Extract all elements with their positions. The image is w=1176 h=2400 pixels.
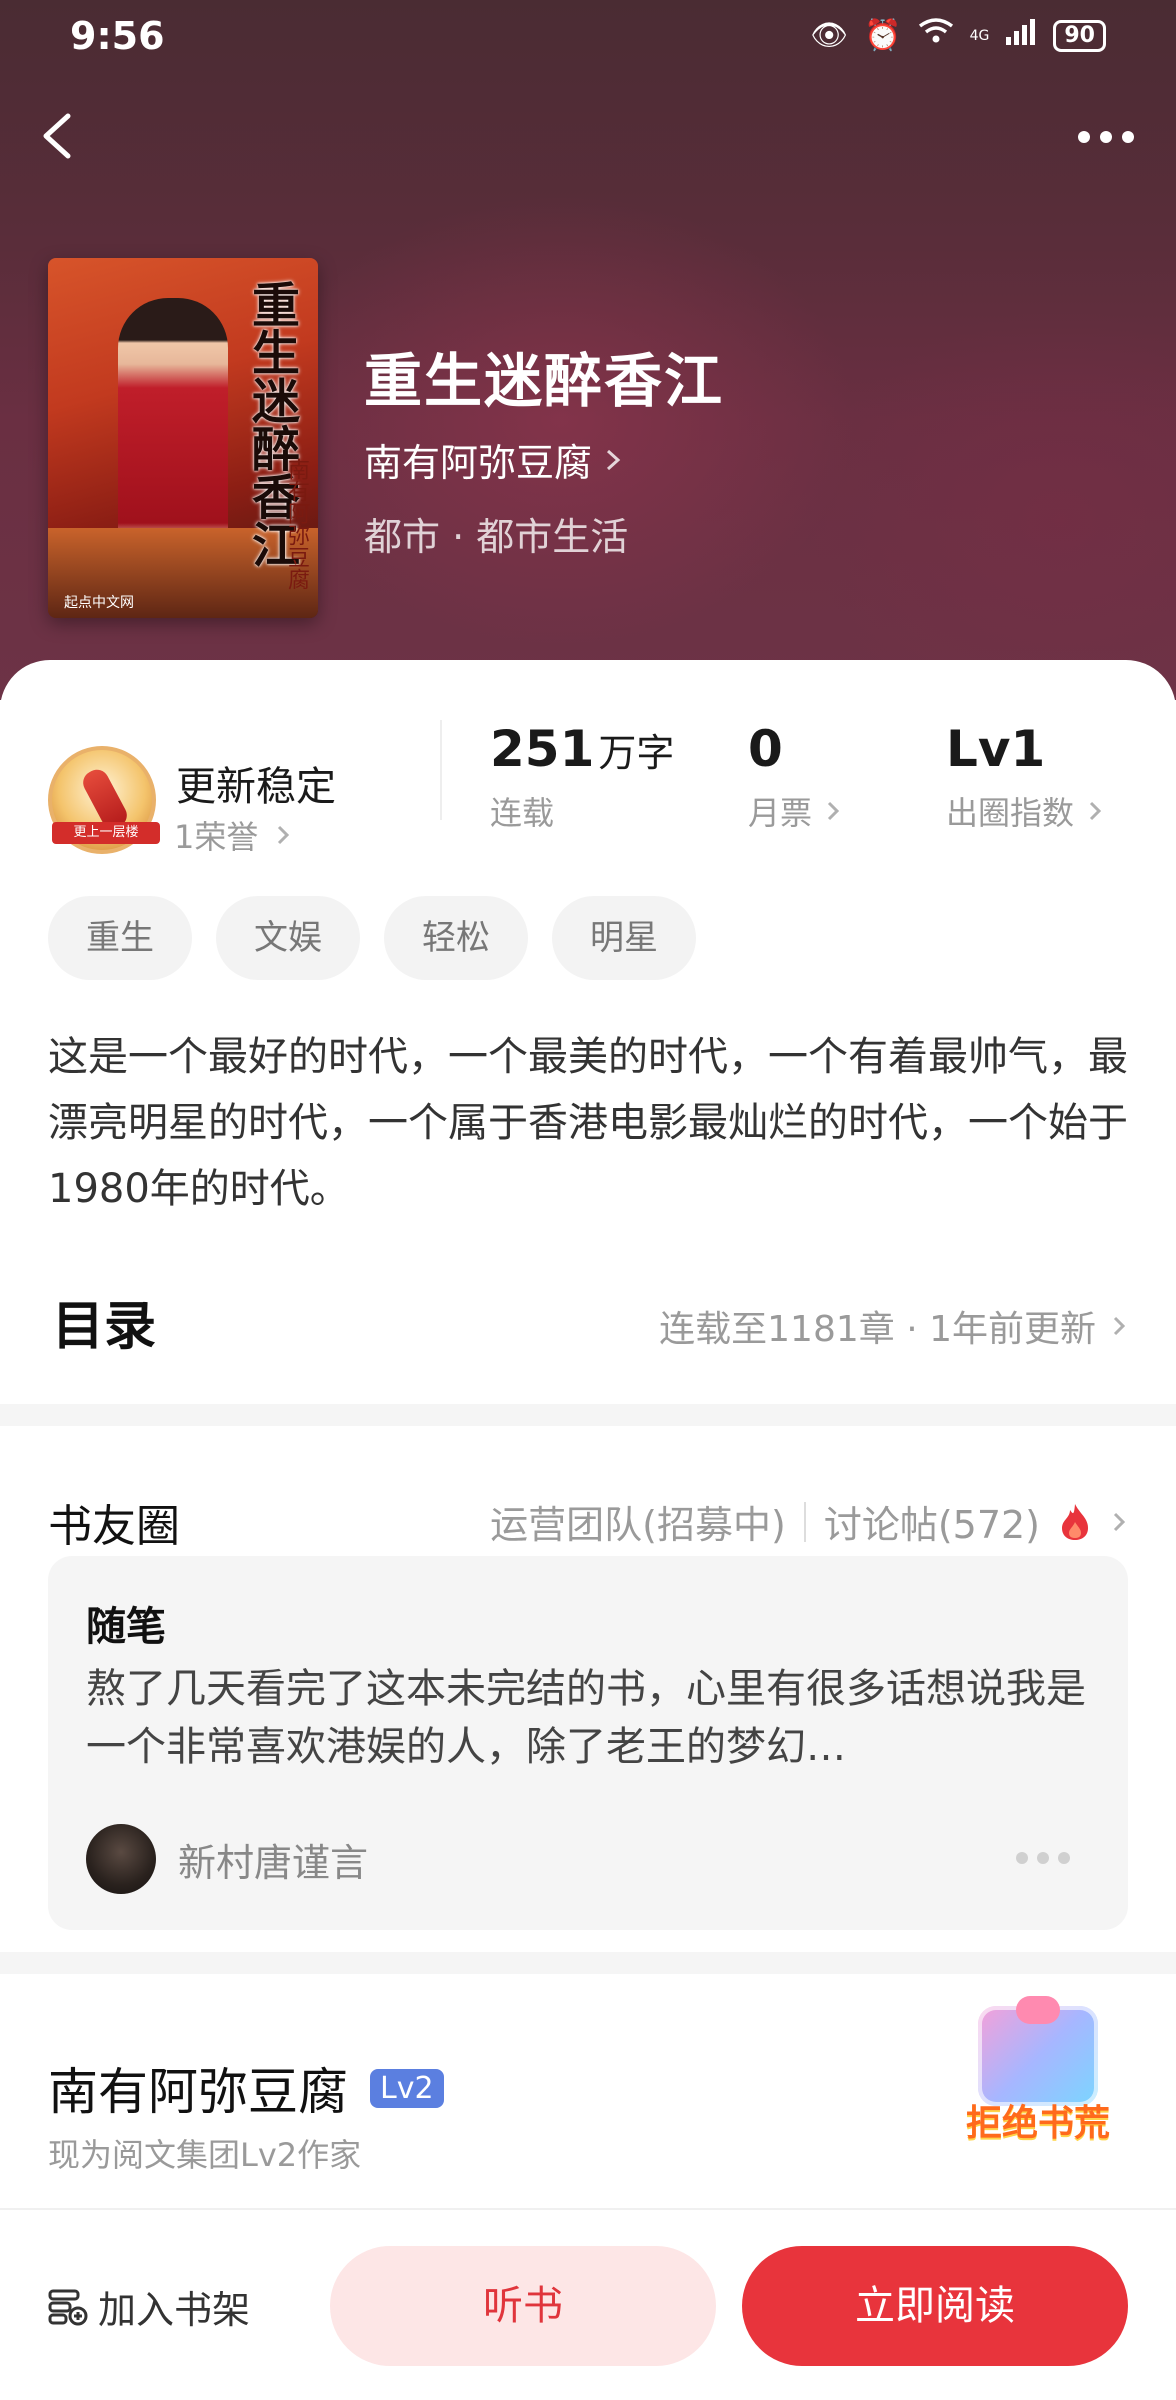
chevron-right-icon [827, 801, 840, 821]
dot [1016, 1852, 1028, 1864]
book-header: 9:56 👁 ⏰ 4G 90 重生迷醉香江 南有阿弥豆腐 起点中文网 重生迷醉香… [0, 0, 1176, 700]
stats-divider [440, 720, 442, 820]
author-description: 现为阅文集团Lv2作家 [48, 2136, 362, 2174]
honor-section[interactable]: 更上一层楼 更新稳定 1荣誉 [48, 746, 448, 856]
post-author[interactable]: 新村唐谨言 [86, 1824, 368, 1894]
dot [1078, 131, 1090, 143]
chevron-right-icon [278, 825, 290, 845]
add-to-shelf-button[interactable]: 加入书架 [48, 2246, 250, 2366]
battery-icon: 90 [1053, 19, 1106, 52]
chevron-left-icon [43, 113, 71, 159]
add-shelf-label: 加入书架 [98, 2287, 251, 2332]
promo-gift-banner[interactable]: 拒绝书荒 [948, 1996, 1128, 2156]
chevron-right-icon [1089, 801, 1102, 821]
honor-count: 1荣誉 [174, 818, 259, 856]
book-author-name: 南有阿弥豆腐 [364, 441, 593, 485]
dot [1037, 1852, 1049, 1864]
book-author-link[interactable]: 南有阿弥豆腐 [364, 432, 624, 487]
post-username: 新村唐谨言 [178, 1840, 369, 1885]
read-now-button[interactable]: 立即阅读 [742, 2246, 1128, 2366]
dot [1122, 131, 1134, 143]
cover-author: 南有阿弥豆腐 [284, 458, 309, 590]
tag-list: 重生 文娱 轻松 明星 [48, 896, 696, 980]
word-count-unit: 万字 [598, 731, 675, 775]
book-circle-post[interactable]: 随笔 熬了几天看完了这本未完结的书，心里有很多话想说我是一个非常喜欢港娱的人，除… [48, 1556, 1128, 1930]
stat-monthly-tickets[interactable]: 0 月票 [748, 720, 842, 834]
tag-chip[interactable]: 明星 [552, 896, 696, 980]
add-shelf-icon [48, 2289, 88, 2326]
breakout-index-value: Lv1 [946, 720, 1046, 778]
stat-value: Lv1 [946, 720, 1104, 778]
book-circle-title: 书友圈 [48, 1501, 180, 1552]
chevron-right-icon [607, 449, 621, 470]
author-profile[interactable]: 南有阿弥豆腐 Lv2 [48, 2052, 444, 2124]
discussions-link[interactable]: 讨论帖(572) [824, 1494, 1040, 1549]
breakout-index-label: 出圈指数 [946, 794, 1075, 832]
book-title: 重生迷醉香江 [364, 347, 725, 415]
status-icons: 👁 ⏰ 4G 90 [810, 16, 1106, 55]
book-circle-header: 书友圈 运营团队(招募中) 讨论帖(572) [48, 1484, 1128, 1554]
book-genre[interactable]: 都市 · 都市生活 [364, 506, 628, 561]
dot [1100, 131, 1112, 143]
dot [1058, 1852, 1070, 1864]
chevron-right-icon [1113, 1316, 1126, 1336]
table-of-contents-row[interactable]: 目录 连载至1181章 · 1年前更新 [48, 1276, 1128, 1366]
pagination-dots [1016, 1852, 1070, 1864]
toc-info: 连载至1181章 · 1年前更新 [659, 1300, 1128, 1352]
word-count-value: 251 [490, 720, 595, 778]
status-time: 9:56 [70, 14, 165, 58]
alarm-icon: ⏰ [864, 17, 902, 53]
divider [803, 1501, 806, 1542]
book-detail-panel: 更上一层楼 更新稳定 1荣誉 251 万字 连载 0 月票 Lv1 出圈指数 重生… [0, 660, 1176, 2400]
stat-value: 0 [748, 720, 842, 778]
status-bar: 9:56 👁 ⏰ 4G 90 [0, 0, 1176, 70]
book-cover[interactable]: 重生迷醉香江 南有阿弥豆腐 起点中文网 [48, 258, 318, 618]
tag-chip[interactable]: 文娱 [216, 896, 360, 980]
section-separator [0, 1952, 1176, 1974]
ops-team-link[interactable]: 运营团队(招募中) [490, 1494, 786, 1549]
more-options-button[interactable] [1066, 112, 1146, 162]
status-label: 连载 [490, 794, 555, 832]
eye-icon: 👁 [810, 17, 849, 53]
tag-chip[interactable]: 重生 [48, 896, 192, 980]
gift-bow [1016, 1996, 1060, 2024]
bottom-action-bar: 加入书架 听书 立即阅读 [0, 2208, 1176, 2400]
cover-publisher: 起点中文网 [64, 595, 134, 611]
honor-subtitle: 1荣誉 [174, 812, 292, 858]
wifi-icon [918, 16, 954, 55]
author-name: 南有阿弥豆腐 [48, 2063, 348, 2121]
network-label: 4G [969, 27, 990, 44]
signal-icon [1005, 17, 1037, 54]
post-content: 熬了几天看完了这本未完结的书，心里有很多话想说我是一个非常喜欢港娱的人，除了老王… [86, 1666, 1086, 1770]
promo-label: 拒绝书荒 [965, 2103, 1110, 2144]
post-category: 随笔 [86, 1604, 166, 1650]
stat-word-count: 251 万字 连载 [490, 720, 674, 834]
listen-button[interactable]: 听书 [330, 2246, 716, 2366]
honor-badge-icon: 更上一层楼 [48, 746, 160, 854]
book-circle-links: 运营团队(招募中) 讨论帖(572) [490, 1494, 1128, 1549]
author-level-badge: Lv2 [370, 2068, 444, 2108]
fire-icon [1062, 1503, 1088, 1540]
monthly-tickets-value: 0 [748, 720, 783, 778]
toc-title: 目录 [52, 1297, 157, 1357]
stat-label: 出圈指数 [946, 788, 1104, 834]
stat-value: 251 万字 [490, 720, 674, 778]
avatar [86, 1824, 156, 1894]
tag-chip[interactable]: 轻松 [384, 896, 528, 980]
stat-breakout-index[interactable]: Lv1 出圈指数 [946, 720, 1104, 834]
stat-label: 连载 [490, 788, 674, 834]
chevron-right-icon [1113, 1512, 1126, 1531]
stat-label: 月票 [748, 788, 842, 834]
book-synopsis[interactable]: 这是一个最好的时代，一个最美的时代，一个有着最帅气，最漂亮明星的时代，一个属于香… [48, 1024, 1128, 1222]
back-button[interactable] [30, 106, 90, 166]
honor-title: 更新稳定 [176, 764, 336, 810]
monthly-tickets-label: 月票 [748, 794, 813, 832]
toc-status: 连载至1181章 · 1年前更新 [659, 1309, 1096, 1350]
badge-ribbon: 更上一层楼 [52, 822, 160, 844]
section-separator [0, 1404, 1176, 1426]
